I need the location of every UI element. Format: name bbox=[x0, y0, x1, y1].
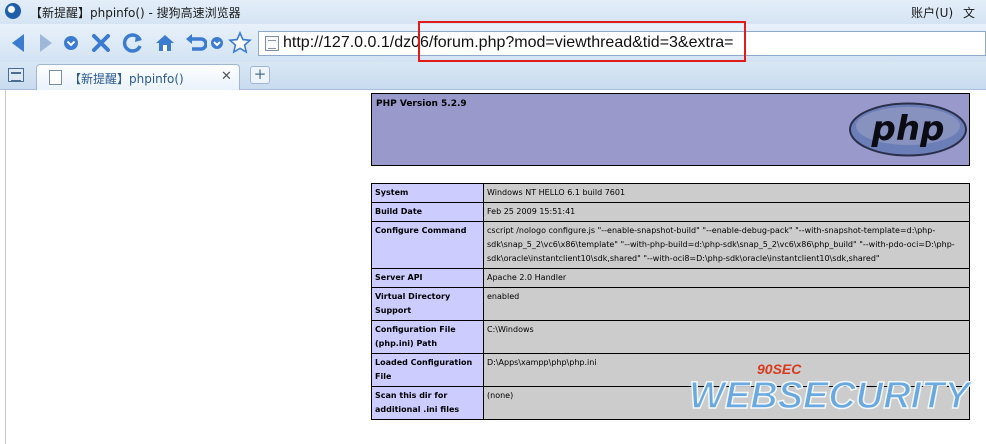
back-button[interactable] bbox=[6, 30, 32, 56]
php-logo-text: php bbox=[871, 109, 945, 149]
page-icon bbox=[49, 70, 62, 85]
table-row: Server API Apache 2.0 Handler bbox=[371, 268, 970, 288]
row-value: enabled bbox=[483, 287, 970, 321]
red-highlight-box bbox=[418, 21, 746, 62]
table-row: Configuration File (php.ini) Path C:\Wind… bbox=[371, 320, 970, 354]
refresh-button[interactable] bbox=[120, 30, 146, 56]
tab-title: 【新提醒】phpinfo() bbox=[69, 72, 184, 86]
close-icon bbox=[92, 34, 110, 52]
history-dropdown-button[interactable] bbox=[58, 30, 84, 56]
row-value: Windows NT HELLO 6.1 build 7601 bbox=[483, 183, 970, 203]
row-key: Configure Command bbox=[371, 221, 484, 269]
tab-close-button[interactable]: ✕ bbox=[221, 69, 232, 84]
row-value: C:\Windows bbox=[483, 320, 970, 354]
row-key: System bbox=[371, 183, 484, 203]
stop-button[interactable] bbox=[88, 30, 114, 56]
php-version: PHP Version 5.2.9 bbox=[376, 99, 467, 109]
sogou-browser-icon bbox=[5, 3, 21, 19]
tab-phpinfo[interactable]: 【新提醒】phpinfo() ✕ bbox=[36, 64, 240, 90]
home-button[interactable] bbox=[152, 30, 178, 56]
refresh-icon bbox=[122, 33, 142, 53]
tab-list-icon[interactable] bbox=[8, 68, 24, 82]
watermark-websecurity: WEBSECURITY bbox=[689, 375, 973, 414]
table-row: System Windows NT HELLO 6.1 build 7601 bbox=[371, 183, 970, 203]
forward-button[interactable] bbox=[32, 30, 58, 56]
table-row: Build Date Feb 25 2009 15:51:41 bbox=[371, 202, 970, 222]
chevron-down-circle-icon bbox=[64, 36, 78, 50]
chevron-down-circle-icon bbox=[211, 37, 223, 49]
favorite-button[interactable] bbox=[227, 30, 253, 56]
table-row: Configure Command cscript /nologo configu… bbox=[371, 221, 970, 269]
row-value: cscript /nologo configure.js "--enable-s… bbox=[483, 221, 970, 269]
page-icon bbox=[265, 36, 279, 51]
menu-account[interactable]: 账户(U) bbox=[911, 4, 953, 21]
new-tab-button[interactable]: + bbox=[250, 66, 270, 84]
php-logo-icon: php bbox=[849, 102, 967, 157]
star-icon bbox=[228, 31, 252, 54]
websecurity-watermark: 90SEC WEBSECURITY bbox=[688, 361, 974, 414]
table-row: Virtual Directory Support enabled bbox=[371, 287, 970, 321]
forward-arrow-icon bbox=[40, 34, 52, 52]
home-icon bbox=[156, 35, 174, 51]
row-key: Virtual Directory Support bbox=[371, 287, 484, 321]
row-key: Server API bbox=[371, 268, 484, 288]
row-key: Loaded Configuration File bbox=[371, 353, 484, 387]
row-key: Scan this dir for additional .ini files bbox=[371, 386, 484, 420]
row-key: Build Date bbox=[371, 202, 484, 222]
php-version-header: PHP Version 5.2.9 php bbox=[371, 93, 970, 166]
row-key: Configuration File (php.ini) Path bbox=[371, 320, 484, 354]
row-value: Apache 2.0 Handler bbox=[483, 268, 970, 288]
tab-strip: 【新提醒】phpinfo() ✕ + bbox=[0, 62, 986, 90]
row-value: Feb 25 2009 15:51:41 bbox=[483, 202, 970, 222]
window-title: 【新提醒】phpinfo() - 搜狗高速浏览器 bbox=[30, 6, 241, 20]
back-arrow-icon bbox=[12, 34, 24, 52]
sidebar-divider bbox=[5, 90, 6, 444]
